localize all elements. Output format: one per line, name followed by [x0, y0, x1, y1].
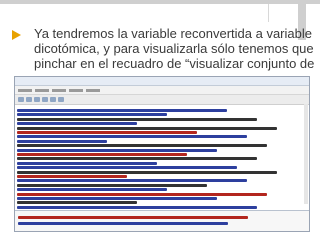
- output-console: [15, 210, 309, 231]
- toolbar: [15, 95, 309, 105]
- menu-item: [35, 88, 49, 92]
- code-line: [17, 157, 257, 161]
- code-line: [17, 153, 187, 156]
- bullet-line-2: dicotómica, y para visualizarla sólo ten…: [34, 41, 314, 56]
- code-line: [17, 175, 127, 178]
- menu-item: [18, 88, 32, 92]
- toolbar-icon: [18, 97, 24, 102]
- code-line: [17, 113, 167, 117]
- code-line: [17, 192, 267, 196]
- code-line: [17, 148, 217, 152]
- toolbar-icon: [42, 97, 48, 102]
- menu-item: [86, 88, 100, 92]
- code-line: [17, 201, 137, 205]
- code-line: [17, 131, 197, 134]
- code-line: [17, 166, 237, 170]
- toolbar-icon: [26, 97, 32, 102]
- bullet-arrow-icon: [12, 30, 21, 40]
- code-line: [17, 117, 257, 121]
- code-line: [17, 179, 247, 183]
- bullet-item: Ya tendremos la variable reconvertida a …: [12, 26, 314, 72]
- code-line: [17, 205, 257, 209]
- script-editor: [15, 105, 309, 211]
- code-line: [17, 109, 227, 112]
- code-line: [17, 135, 247, 139]
- code-line: [17, 126, 277, 130]
- bullet-line-3: pinchar en el recuadro de “visualizar co…: [34, 56, 314, 71]
- menu-item: [69, 88, 83, 92]
- corner-decor: [268, 4, 299, 22]
- code-line: [17, 161, 157, 165]
- slide: Ya tendremos la variable reconvertida a …: [0, 0, 320, 240]
- bullet-text: Ya tendremos la variable reconvertida a …: [34, 26, 314, 72]
- console-line: [18, 216, 248, 219]
- code-line: [17, 139, 107, 143]
- toolbar-icon: [58, 97, 64, 102]
- menu-bar: [15, 86, 309, 95]
- bullet-line-1: Ya tendremos la variable reconvertida a …: [34, 26, 312, 41]
- toolbar-icon: [50, 97, 56, 102]
- code-line: [17, 188, 167, 192]
- code-line: [17, 183, 207, 187]
- window-titlebar: [15, 77, 309, 86]
- menu-item: [52, 88, 66, 92]
- embedded-screenshot: [14, 76, 310, 232]
- console-line: [18, 222, 228, 225]
- scrollbar: [304, 104, 308, 204]
- code-line: [17, 122, 137, 126]
- code-line: [17, 197, 217, 200]
- toolbar-icon: [34, 97, 40, 102]
- code-line: [17, 144, 267, 148]
- code-line: [17, 170, 277, 174]
